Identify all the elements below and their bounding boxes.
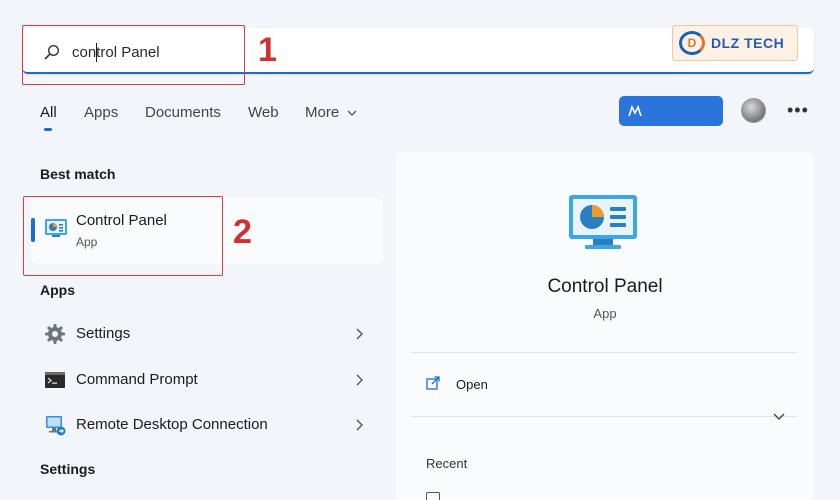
expand-chevron-icon[interactable]	[773, 412, 785, 422]
open-external-icon	[426, 376, 440, 390]
tab-web[interactable]: Web	[248, 104, 279, 121]
tab-all[interactable]: All	[40, 104, 57, 121]
annotation-number-2: 2	[233, 213, 252, 251]
avatar[interactable]	[741, 98, 766, 123]
app-label-command-prompt: Command Prompt	[76, 371, 198, 388]
open-action[interactable]: Open	[456, 377, 488, 392]
control-panel-large-icon	[569, 195, 637, 249]
annotation-box-1	[22, 25, 245, 85]
dlz-tech-logo: D DLZ TECH	[672, 25, 798, 61]
gear-icon	[45, 324, 65, 344]
settings-heading: Settings	[40, 461, 96, 477]
chevron-right-icon	[356, 419, 363, 431]
tab-more[interactable]: More	[305, 104, 357, 121]
divider	[412, 416, 796, 417]
tab-more-label: More	[305, 104, 340, 121]
active-tab-indicator	[44, 128, 52, 131]
annotation-box-2	[23, 196, 223, 276]
best-match-heading: Best match	[40, 166, 116, 182]
app-label-remote-desktop: Remote Desktop Connection	[76, 416, 268, 433]
chevron-down-icon	[347, 110, 357, 116]
remote-desktop-icon	[46, 416, 66, 436]
recent-item-icon	[426, 492, 440, 500]
logo-mark: D	[679, 31, 705, 55]
detail-subtitle: App	[593, 306, 617, 321]
recent-heading: Recent	[426, 456, 468, 471]
chevron-right-icon	[356, 328, 363, 340]
tab-documents[interactable]: Documents	[145, 104, 221, 121]
tab-apps[interactable]: Apps	[84, 104, 118, 121]
more-options-icon[interactable]: •••	[787, 100, 809, 121]
chevron-right-icon	[356, 374, 363, 386]
annotation-number-1: 1	[258, 31, 277, 69]
logo-text: DLZ TECH	[711, 35, 785, 51]
detail-title: Control Panel	[547, 276, 663, 297]
divider	[412, 352, 796, 353]
terminal-icon	[45, 372, 65, 388]
app-label-settings: Settings	[76, 325, 131, 342]
apps-heading: Apps	[40, 282, 75, 298]
rewards-icon	[628, 105, 642, 117]
